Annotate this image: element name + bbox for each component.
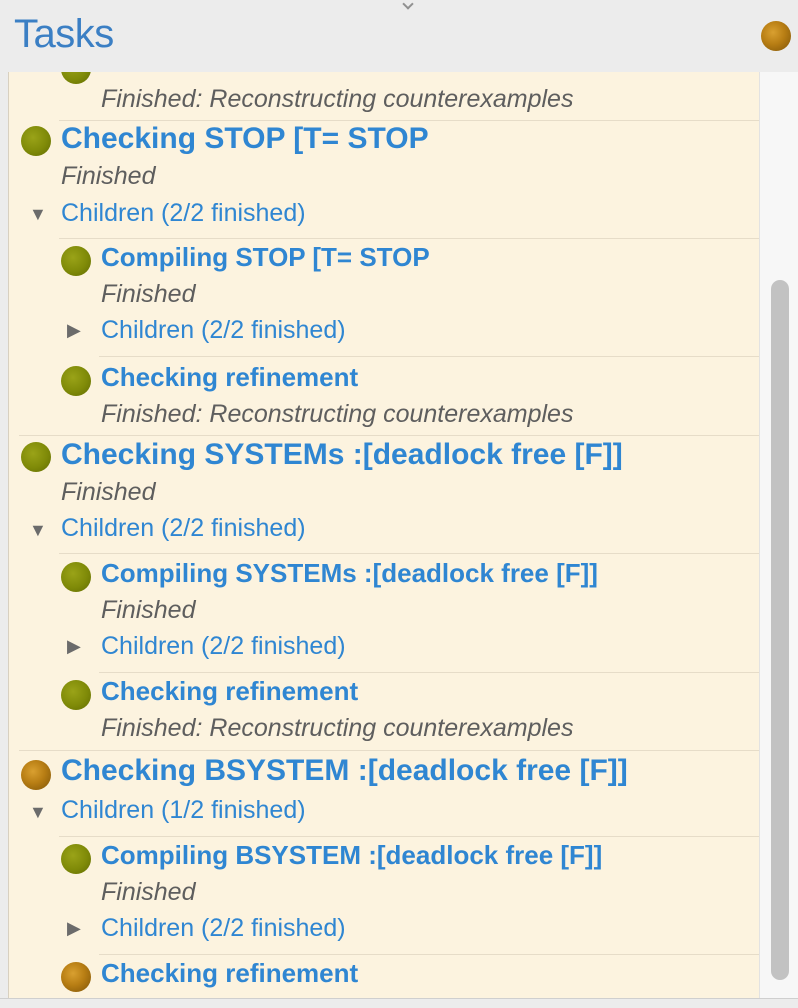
task-title[interactable]: Compiling SYSTEMs :[deadlock free [F]]	[101, 558, 598, 589]
task-title[interactable]: Compiling STOP [T= STOP	[101, 242, 430, 273]
task-list[interactable]: Finished: Reconstructing counterexamples…	[8, 72, 760, 998]
row-separator	[59, 553, 759, 554]
task-title[interactable]: Checking SYSTEMs :[deadlock free [F]]	[61, 438, 623, 472]
row-separator	[59, 238, 759, 239]
children-toggle[interactable]: Children (2/2 finished)	[61, 514, 306, 543]
tasks-header: Tasks	[0, 0, 798, 72]
task-status-text: Finished	[101, 596, 196, 624]
task-title[interactable]: Checking refinement	[101, 676, 358, 707]
task-title[interactable]: Checking refinement	[101, 362, 358, 393]
expanded-triangle-icon[interactable]: ▼	[29, 520, 47, 541]
collapsed-triangle-icon[interactable]: ▶	[67, 918, 81, 939]
collapsed-triangle-icon[interactable]: ▶	[67, 320, 81, 341]
task-status-running-icon	[61, 962, 91, 992]
task-title[interactable]: Checking BSYSTEM :[deadlock free [F]]	[61, 754, 628, 788]
task-status-text: Finished	[61, 162, 156, 190]
row-separator	[59, 836, 759, 837]
row-separator	[99, 672, 759, 673]
children-toggle[interactable]: Children (2/2 finished)	[61, 199, 306, 228]
expanded-triangle-icon[interactable]: ▼	[29, 204, 47, 225]
row-separator	[99, 356, 759, 357]
row-separator	[19, 750, 759, 751]
children-toggle[interactable]: Children (1/2 finished)	[61, 796, 306, 825]
task-status-done-icon	[61, 246, 91, 276]
task-status-text: Finished	[101, 280, 196, 308]
task-status-done-icon	[21, 442, 51, 472]
vertical-scrollbar[interactable]	[759, 72, 798, 998]
task-status-done-icon	[61, 680, 91, 710]
children-toggle[interactable]: Children (2/2 finished)	[101, 316, 346, 345]
task-status-text: Finished: Reconstructing counterexamples	[101, 85, 574, 113]
task-status-done-icon	[61, 844, 91, 874]
row-separator	[99, 954, 759, 955]
children-toggle[interactable]: Children (2/2 finished)	[101, 914, 346, 943]
running-status-icon	[761, 21, 791, 51]
task-status-done-icon	[61, 562, 91, 592]
children-toggle[interactable]: Children (2/2 finished)	[101, 632, 346, 661]
resize-handle-icon[interactable]	[402, 0, 414, 10]
panel-title: Tasks	[14, 12, 114, 56]
task-status-done-icon	[61, 72, 91, 84]
task-status-done-icon	[61, 366, 91, 396]
task-status-text: Finished	[101, 878, 196, 906]
task-status-text: Finished: Reconstructing counterexamples	[101, 714, 574, 742]
task-status-text: Finished	[61, 478, 156, 506]
task-title[interactable]: Checking refinement	[101, 958, 358, 989]
task-title[interactable]: Compiling BSYSTEM :[deadlock free [F]]	[101, 840, 602, 871]
task-status-running-icon	[21, 760, 51, 790]
task-title[interactable]: Checking STOP [T= STOP	[61, 122, 429, 156]
collapsed-triangle-icon[interactable]: ▶	[67, 636, 81, 657]
task-status-done-icon	[21, 126, 51, 156]
scrollbar-thumb[interactable]	[771, 280, 789, 980]
expanded-triangle-icon[interactable]: ▼	[29, 802, 47, 823]
row-separator	[19, 435, 759, 436]
row-separator	[59, 120, 759, 121]
task-status-text: Finished: Reconstructing counterexamples	[101, 400, 574, 428]
